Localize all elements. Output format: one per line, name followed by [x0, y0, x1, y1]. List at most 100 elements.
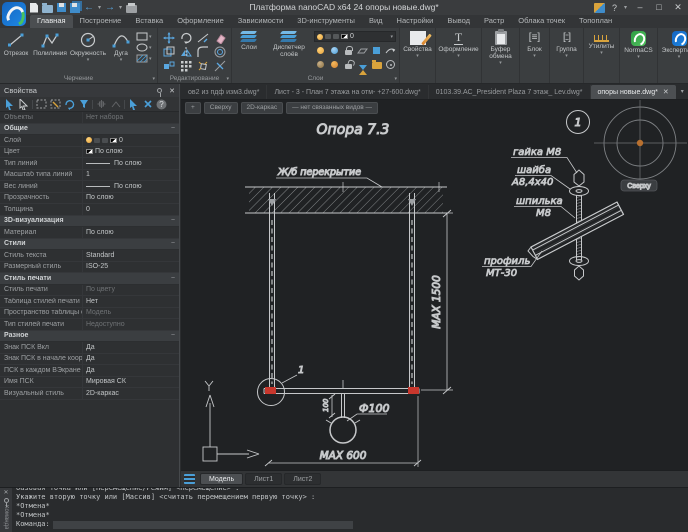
- ribbon-tab[interactable]: Настройки: [390, 15, 441, 28]
- group-expand-icon[interactable]: ▾: [394, 76, 397, 82]
- group-expand-icon[interactable]: ▾: [152, 76, 155, 82]
- property-value[interactable]: Недоступно: [82, 319, 179, 330]
- utilities-dropdown-icon[interactable]: ▾: [600, 51, 603, 55]
- open-file-icon[interactable]: [42, 5, 53, 13]
- ribbon-tab[interactable]: Главная: [30, 15, 73, 28]
- property-section-header[interactable]: Стиль печати−: [0, 273, 179, 285]
- ribbon-tab[interactable]: 3D-инструменты: [290, 15, 362, 28]
- collapse-section-icon[interactable]: −: [171, 275, 175, 282]
- layer-bulb-on-icon[interactable]: [314, 44, 327, 57]
- tool-rectangle[interactable]: ▾: [136, 32, 152, 41]
- apply-icon[interactable]: [128, 99, 139, 110]
- nanocad-logo-icon[interactable]: [2, 2, 26, 26]
- circle-dropdown-icon[interactable]: ▾: [87, 58, 90, 62]
- property-value[interactable]: Мировая СК: [82, 377, 179, 388]
- quick-select-icon[interactable]: [50, 99, 61, 110]
- arc-dropdown-icon[interactable]: ▾: [120, 58, 123, 62]
- fillet-icon[interactable]: [195, 45, 211, 58]
- layer-folder-icon[interactable]: [370, 58, 383, 71]
- pin-command-icon[interactable]: [4, 498, 9, 503]
- ribbon-tab[interactable]: Оформление: [170, 15, 231, 28]
- property-section-header[interactable]: Разное−: [0, 331, 179, 343]
- property-row[interactable]: Визуальный стиль2D-каркас: [0, 388, 179, 400]
- document-tab[interactable]: 0103.39.АС_President Plaza 7 этаж_ Lev.d…: [429, 85, 591, 99]
- sheet-list-icon[interactable]: [184, 474, 195, 484]
- property-row[interactable]: Таблица стилей печатиНет: [0, 296, 179, 308]
- tool-ellipse[interactable]: ▾: [136, 43, 152, 52]
- layer-select-dropdown[interactable]: 0 ▾: [314, 31, 396, 42]
- layer-lock-icon[interactable]: [342, 44, 355, 57]
- annotation-group-button[interactable]: T Оформление ▾: [436, 28, 482, 83]
- trim-icon[interactable]: [195, 31, 211, 44]
- array-icon[interactable]: [178, 59, 194, 72]
- sheet-tab[interactable]: Лист2: [284, 473, 321, 485]
- property-row[interactable]: Слой0: [0, 135, 179, 147]
- normacs-group-button[interactable]: NormaCS ▾: [620, 28, 658, 83]
- close-document-icon[interactable]: ✕: [663, 88, 669, 96]
- collapse-section-icon[interactable]: −: [171, 240, 175, 247]
- help-button[interactable]: ?: [612, 3, 617, 13]
- close-command-icon[interactable]: ✕: [3, 490, 8, 496]
- ribbon-tab[interactable]: Вывод: [440, 15, 477, 28]
- property-value[interactable]: Модель: [82, 308, 179, 319]
- save-all-icon[interactable]: [70, 3, 80, 13]
- close-panel-icon[interactable]: ✕: [169, 87, 175, 95]
- property-value[interactable]: По слою: [82, 147, 179, 158]
- minimize-button[interactable]: –: [634, 1, 646, 14]
- property-value[interactable]: Нет набора: [82, 112, 179, 123]
- ribbon-tab[interactable]: Растр: [477, 15, 511, 28]
- tool-line[interactable]: Отрезок: [0, 28, 32, 72]
- layer-flat-icon[interactable]: [356, 44, 369, 57]
- property-value[interactable]: 0: [82, 204, 179, 215]
- property-row[interactable]: Тип линийПо слою: [0, 158, 179, 170]
- property-row[interactable]: Размерный стильISO-25: [0, 262, 179, 274]
- property-value[interactable]: Standard: [82, 250, 179, 261]
- add-view-button[interactable]: +: [185, 102, 201, 114]
- drawing-viewport[interactable]: + Сверху 2D-каркас — нет связанных видов…: [181, 100, 688, 470]
- property-section-header[interactable]: 3D-визуализация−: [0, 216, 179, 228]
- property-row[interactable]: Знак ПСК ВклДа: [0, 342, 179, 354]
- property-value[interactable]: Да: [82, 342, 179, 353]
- document-tabs-overflow-icon[interactable]: ▾: [676, 88, 688, 99]
- ribbon-tab[interactable]: Зависимости: [231, 15, 291, 28]
- property-row[interactable]: Масштаб типа линий1: [0, 170, 179, 182]
- property-row[interactable]: Пространство таблицы с...Модель: [0, 308, 179, 320]
- property-value[interactable]: Да: [82, 365, 179, 376]
- layer-match-icon[interactable]: [384, 44, 397, 57]
- align-icon[interactable]: [212, 59, 228, 72]
- property-row[interactable]: ПрозрачностьПо слою: [0, 193, 179, 205]
- ribbon-tab[interactable]: Вставка: [128, 15, 170, 28]
- clipboard-group-button[interactable]: Буфер обмена ▾: [482, 28, 520, 83]
- tool-hatch[interactable]: ▾: [136, 54, 152, 63]
- pin-icon[interactable]: [157, 88, 162, 93]
- offset-icon[interactable]: [212, 45, 228, 58]
- property-value[interactable]: По слою: [82, 158, 179, 169]
- property-value[interactable]: По слою: [82, 227, 179, 238]
- layer-bulb-orange-icon[interactable]: [328, 58, 341, 71]
- group-group-button[interactable]: [::] Группа ▾: [550, 28, 584, 83]
- pick-dim-icon[interactable]: [110, 99, 121, 110]
- save-icon[interactable]: [57, 3, 66, 12]
- collapse-section-icon[interactable]: −: [171, 125, 175, 132]
- cursor-icon[interactable]: [18, 99, 29, 110]
- property-row[interactable]: ОбъектыНет набора: [0, 112, 179, 124]
- command-history[interactable]: базовая точка или [Перемещение/Режим] <П…: [12, 487, 688, 532]
- sheet-tab[interactable]: Модель: [200, 473, 243, 485]
- ribbon-tab[interactable]: Топоплан: [572, 15, 619, 28]
- ribbon-tab[interactable]: Вид: [362, 15, 390, 28]
- property-value[interactable]: 2D-каркас: [82, 388, 179, 399]
- block-group-button[interactable]: [≡] Блок ▾: [520, 28, 550, 83]
- sheet-tab[interactable]: Лист1: [245, 473, 282, 485]
- copy-icon[interactable]: [161, 45, 177, 58]
- layer-visibility-icon[interactable]: [384, 58, 397, 71]
- rotate-icon[interactable]: [178, 31, 194, 44]
- property-row[interactable]: Имя ПСКМировая СК: [0, 377, 179, 389]
- property-section-header[interactable]: Общие−: [0, 124, 179, 136]
- layer-freeze-icon[interactable]: [356, 58, 369, 71]
- property-row[interactable]: Стиль текстаStandard: [0, 250, 179, 262]
- view-compass[interactable]: [594, 100, 687, 189]
- explode-icon[interactable]: [195, 59, 211, 72]
- clipboard-dropdown-icon[interactable]: ▾: [499, 61, 502, 65]
- view-direction-button[interactable]: Сверху: [204, 102, 238, 114]
- move-icon[interactable]: [161, 31, 177, 44]
